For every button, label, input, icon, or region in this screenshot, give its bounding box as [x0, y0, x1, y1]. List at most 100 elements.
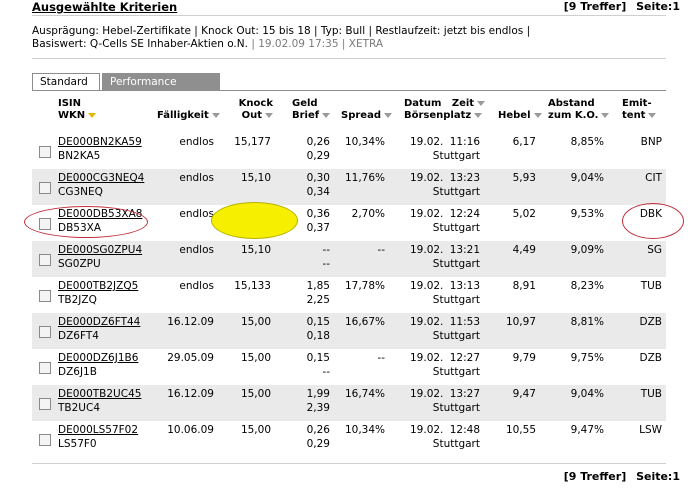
isin-link[interactable]: DE000BN2KA59	[58, 136, 142, 148]
spread: 2,70%	[351, 208, 385, 220]
col-abstand[interactable]: Abstand zum K.O.	[548, 98, 610, 122]
result-summary-bottom: [9 Treffer] Seite:1	[558, 470, 680, 483]
isin-link[interactable]: DE000DZ6J1B6	[58, 352, 138, 364]
zeit: 11:16	[449, 136, 480, 148]
hebel: 5,02	[512, 208, 536, 220]
brief: --	[322, 258, 330, 270]
hebel: 10,97	[505, 316, 536, 328]
boersenplatz: Stuttgart	[432, 186, 480, 198]
isin-link[interactable]: DE000DZ6FT44	[58, 316, 140, 328]
emittent: BNP	[640, 136, 662, 148]
tab-performance[interactable]: Performance	[102, 73, 220, 91]
underlying-label: Basiswert: Q-Cells SE Inhaber-Aktien o.N…	[32, 38, 248, 50]
select-checkbox[interactable]	[39, 362, 51, 374]
emittent: DZB	[639, 316, 662, 328]
knock-out: 15,00	[240, 424, 271, 436]
spread: --	[377, 244, 385, 256]
abstand-ko: 8,23%	[570, 280, 604, 292]
wkn: DZ6J1B	[58, 366, 97, 378]
select-checkbox[interactable]	[39, 326, 51, 338]
col-geld-brief[interactable]: Geld Brief	[292, 98, 331, 122]
brief: 2,39	[306, 402, 330, 414]
page-indicator: Seite:1	[636, 0, 680, 13]
col-spread[interactable]: Spread	[341, 110, 392, 122]
wkn: CG3NEQ	[58, 186, 103, 198]
geld: 0,15	[306, 316, 330, 328]
datum: 19.02.	[410, 280, 444, 292]
isin-link[interactable]: DE000TB2UC45	[58, 388, 141, 400]
isin-link[interactable]: DE000TB2JZQ5	[58, 280, 138, 292]
tab-standard[interactable]: Standard	[32, 73, 100, 91]
datum: 19.02.	[410, 424, 444, 436]
select-checkbox[interactable]	[39, 398, 51, 410]
isin-link[interactable]: DE000SG0ZPU4	[58, 244, 142, 256]
wkn: DZ6FT4	[58, 330, 99, 342]
col-knock-out[interactable]: Knock Out	[229, 98, 273, 122]
zeit: 12:24	[449, 208, 480, 220]
emittent: TUB	[640, 388, 662, 400]
select-checkbox[interactable]	[39, 434, 51, 446]
zeit: 11:53	[449, 316, 480, 328]
quote-meta: | 19.02.09 17:35 | XETRA	[251, 38, 384, 50]
isin-link[interactable]: DE000LS57F02	[58, 424, 138, 436]
hebel: 9,79	[512, 352, 536, 364]
faelligkeit: endlos	[179, 136, 214, 148]
col-emittent[interactable]: Emit- tent	[622, 98, 657, 122]
zeit: 12:27	[449, 352, 480, 364]
select-checkbox[interactable]	[39, 254, 51, 266]
criteria-line-2: Basiswert: Q-Cells SE Inhaber-Aktien o.N…	[32, 38, 383, 50]
geld: 0,26	[306, 136, 330, 148]
brief: 2,25	[306, 294, 330, 306]
hebel: 8,91	[512, 280, 536, 292]
sort-icon	[322, 112, 331, 118]
abstand-ko: 9,04%	[570, 388, 604, 400]
select-checkbox[interactable]	[39, 290, 51, 302]
brief: --	[322, 366, 330, 378]
knock-out: 15,133	[234, 280, 271, 292]
sort-icon	[383, 112, 392, 118]
highlight-ellipse-red-emittent	[622, 203, 684, 239]
col-faelligkeit[interactable]: Fälligkeit	[157, 110, 220, 122]
zeit: 13:21	[449, 244, 480, 256]
wkn: TB2UC4	[58, 402, 100, 414]
page-title: Ausgewählte Kriterien	[32, 0, 178, 14]
result-summary-top: [9 Treffer] Seite:1	[558, 0, 680, 13]
sort-icon	[474, 112, 483, 118]
zeit: 13:23	[449, 172, 480, 184]
zeit: 13:27	[449, 388, 480, 400]
boersenplatz: Stuttgart	[432, 222, 480, 234]
table-row: DE000DZ6FT44 DZ6FT4 16.12.09 15,00 0,15 0,18 1…	[32, 313, 666, 349]
sort-icon	[265, 112, 273, 118]
emittent: LSW	[639, 424, 662, 436]
abstand-ko: 9,75%	[570, 352, 604, 364]
select-checkbox[interactable]	[39, 146, 51, 158]
highlight-ellipse-yellow	[211, 202, 298, 239]
col-isin-wkn[interactable]: ISIN WKN	[58, 98, 97, 122]
geld: 1,85	[306, 280, 330, 292]
table-row: DE000SG0ZPU4 SG0ZPU endlos 15,10 -- -- -- 19.02…	[32, 241, 666, 277]
page-indicator-bottom: Seite:1	[636, 470, 680, 483]
knock-out: 15,00	[240, 388, 271, 400]
boersenplatz: Stuttgart	[432, 294, 480, 306]
abstand-ko: 9,04%	[570, 172, 604, 184]
hebel: 10,55	[505, 424, 536, 436]
spread: 16,67%	[344, 316, 385, 328]
col-hebel[interactable]: Hebel	[498, 110, 542, 122]
highlight-ellipse-red-isin	[24, 206, 148, 238]
col-datum-zeit[interactable]: Datum Zeit Börsenplatz	[404, 98, 486, 122]
select-checkbox[interactable]	[39, 182, 51, 194]
isin-link[interactable]: DE000CG3NEQ4	[58, 172, 144, 184]
sort-icon	[601, 112, 610, 118]
faelligkeit: endlos	[179, 172, 214, 184]
emittent: CIT	[645, 172, 662, 184]
zeit: 12:48	[449, 424, 480, 436]
wkn: SG0ZPU	[58, 258, 101, 270]
table-row: DE000BN2KA59 BN2KA5 endlos 15,177 0,26 0,29 10…	[32, 133, 666, 169]
brief: 0,34	[306, 186, 330, 198]
knock-out: 15,177	[234, 136, 271, 148]
geld: 0,15	[306, 352, 330, 364]
knock-out: 15,00	[240, 316, 271, 328]
faelligkeit: 16.12.09	[167, 316, 214, 328]
spread: 10,34%	[344, 136, 385, 148]
zeit: 13:13	[449, 280, 480, 292]
